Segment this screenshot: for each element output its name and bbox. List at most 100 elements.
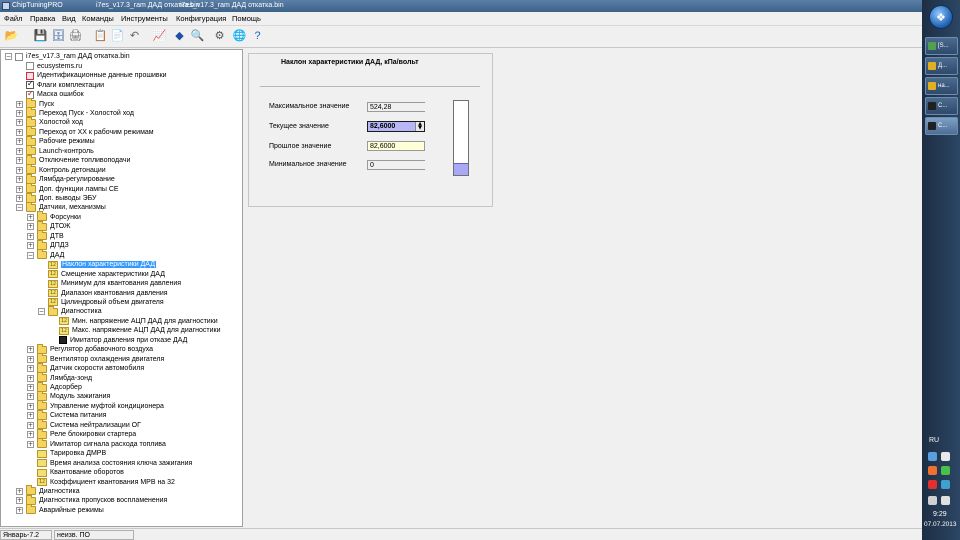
- tree-item[interactable]: 12 Коэффициент квантования МРВ на 32: [27, 477, 175, 487]
- collapse-icon[interactable]: −: [27, 251, 34, 259]
- tree-item[interactable]: Имитатор давления при отказе ДАД: [49, 336, 187, 346]
- tree-item[interactable]: Идентификационные данные прошивки: [16, 71, 167, 81]
- tree-item[interactable]: 12 Наклон характеристики ДАД: [38, 260, 156, 270]
- expand-icon[interactable]: +: [16, 195, 23, 202]
- table-icon[interactable]: ◆: [172, 29, 187, 44]
- chart-icon[interactable]: 📈: [152, 29, 167, 44]
- tree-item[interactable]: − Датчики, механизмы: [16, 201, 106, 213]
- expand-icon[interactable]: +: [16, 506, 23, 514]
- parameter-tree[interactable]: − i7es_v17.3_ram ДАД откатка.bin ecusystem…: [0, 49, 243, 527]
- expand-icon[interactable]: +: [16, 128, 23, 136]
- tree-item[interactable]: + Адсорбер: [27, 381, 82, 393]
- tree-item[interactable]: + ДТВ: [27, 230, 64, 242]
- paste-icon[interactable]: 📄: [110, 29, 125, 44]
- expand-icon[interactable]: +: [16, 487, 23, 495]
- tree-item[interactable]: 12 Макс. напряжение АЦП ДАД для диагности…: [49, 326, 221, 336]
- tree-item[interactable]: 12 Смещение характеристики ДАД: [38, 269, 165, 279]
- tree-item[interactable]: + Диагностика пропусков воспламенения: [16, 494, 167, 506]
- menu-item-1[interactable]: Правка: [30, 14, 55, 23]
- expand-icon[interactable]: +: [27, 412, 34, 420]
- expand-icon[interactable]: +: [16, 185, 23, 193]
- taskbar-button[interactable]: на...: [925, 77, 958, 95]
- tree-item[interactable]: 12 Цилиндровый объем двигателя: [38, 298, 164, 308]
- tree-item[interactable]: Квантование оборотов: [27, 468, 124, 478]
- tree-item[interactable]: + Вентилятор охлаждения двигателя: [27, 353, 164, 364]
- expand-icon[interactable]: +: [16, 147, 23, 155]
- taskbar-button[interactable]: C...: [925, 117, 958, 135]
- tree-item[interactable]: + Отключение топливоподачи: [16, 154, 130, 166]
- tree-item[interactable]: + Пуск: [16, 98, 54, 109]
- open-folder-icon[interactable]: 📂: [4, 29, 19, 44]
- expand-icon[interactable]: +: [27, 346, 34, 354]
- clock-time[interactable]: 9:29: [933, 511, 947, 518]
- tree-item[interactable]: + Датчик скорости автомобиля: [27, 362, 144, 374]
- expand-icon[interactable]: +: [16, 100, 23, 108]
- expand-icon[interactable]: +: [16, 109, 23, 117]
- tree-item[interactable]: − i7es_v17.3_ram ДАД откатка.bin: [5, 52, 130, 62]
- bluetooth-icon[interactable]: [941, 480, 950, 489]
- tree-item[interactable]: 12 Мин. напряжение АЦП ДАД для диагностик…: [49, 317, 218, 327]
- collapse-icon[interactable]: −: [16, 204, 23, 212]
- current-value-input[interactable]: 82,6000 ▲ ▼: [367, 121, 425, 132]
- taskbar-button[interactable]: C...: [925, 97, 958, 115]
- tree-item[interactable]: − ДАД: [27, 249, 64, 260]
- expand-icon[interactable]: +: [27, 384, 34, 391]
- collapse-icon[interactable]: −: [38, 308, 45, 316]
- search-icon[interactable]: ⚙: [212, 29, 227, 44]
- save-all-icon[interactable]: 🗄: [51, 29, 66, 44]
- expand-icon[interactable]: +: [16, 166, 23, 174]
- clock-date[interactable]: 07.07.2013: [924, 521, 957, 528]
- print-icon[interactable]: 🖨: [68, 29, 83, 44]
- start-button[interactable]: ❖: [929, 5, 953, 29]
- connect-icon[interactable]: ?: [250, 29, 265, 44]
- keyboard-icon[interactable]: [941, 452, 950, 461]
- expand-icon[interactable]: +: [16, 138, 23, 146]
- tree-item[interactable]: Время анализа состояния ключа зажигания: [27, 458, 192, 468]
- save-icon[interactable]: 💾: [33, 29, 48, 44]
- taskbar-button[interactable]: [S...: [925, 37, 958, 55]
- expand-icon[interactable]: +: [27, 365, 34, 373]
- menu-item-0[interactable]: Файл: [4, 14, 22, 23]
- agent-tray-icon[interactable]: [941, 466, 950, 475]
- tree-item[interactable]: + ДТОЖ: [27, 220, 70, 232]
- tree-item[interactable]: + Регулятор добавочного воздуха: [27, 343, 153, 355]
- expand-icon[interactable]: +: [27, 402, 34, 410]
- expand-icon[interactable]: +: [27, 242, 34, 250]
- undo-icon[interactable]: ↶: [127, 29, 142, 44]
- tree-item[interactable]: 12 Диапазон квантования давления: [38, 288, 168, 298]
- tree-item[interactable]: − Диагностика: [38, 305, 102, 317]
- expand-icon[interactable]: +: [16, 119, 23, 127]
- expand-icon[interactable]: +: [27, 393, 34, 401]
- expand-icon[interactable]: +: [27, 421, 34, 429]
- copy-icon[interactable]: 📋: [93, 29, 108, 44]
- menu-item-4[interactable]: Инструменты: [121, 14, 168, 23]
- network-icon[interactable]: [928, 452, 937, 461]
- tree-item[interactable]: + Имитатор сигнала расхода топлива: [27, 438, 166, 449]
- expand-icon[interactable]: +: [27, 355, 34, 363]
- collapse-icon[interactable]: −: [5, 53, 12, 61]
- taskbar-button[interactable]: Д...: [925, 57, 958, 75]
- expand-icon[interactable]: +: [27, 223, 34, 231]
- antivirus-icon[interactable]: [928, 480, 937, 489]
- spin-arrows-icon[interactable]: ▲ ▼: [415, 122, 424, 131]
- tree-item[interactable]: + Форсунки: [27, 211, 81, 223]
- tree-item[interactable]: + Система нейтрализации ОГ: [27, 419, 141, 431]
- tree-item[interactable]: 12 Минимум для квантования давления: [38, 279, 181, 289]
- expand-icon[interactable]: +: [27, 213, 34, 221]
- app-tray-icon[interactable]: [928, 466, 937, 475]
- tree-item[interactable]: + Переход Пуск - Холостой ход: [16, 107, 134, 119]
- flag-icon[interactable]: [941, 496, 950, 505]
- tree-icon[interactable]: 🔍: [190, 29, 205, 44]
- tree-item[interactable]: + ДПДЗ: [27, 239, 69, 251]
- expand-icon[interactable]: +: [16, 176, 23, 184]
- tree-item[interactable]: + Переход от ХХ к рабочим режимам: [16, 126, 154, 138]
- expand-icon[interactable]: +: [27, 440, 34, 448]
- menu-item-6[interactable]: Помощь: [232, 14, 261, 23]
- tree-item[interactable]: ecusystems.ru: [16, 61, 82, 71]
- expand-icon[interactable]: +: [16, 497, 23, 505]
- menu-item-2[interactable]: Вид: [62, 14, 76, 23]
- expand-icon[interactable]: +: [27, 431, 34, 439]
- tree-item[interactable]: + Реле блокировки стартера: [27, 428, 136, 440]
- tree-item[interactable]: + Управление муфтой кондиционера: [27, 400, 164, 412]
- tree-item[interactable]: + Аварийные режимы: [16, 504, 104, 516]
